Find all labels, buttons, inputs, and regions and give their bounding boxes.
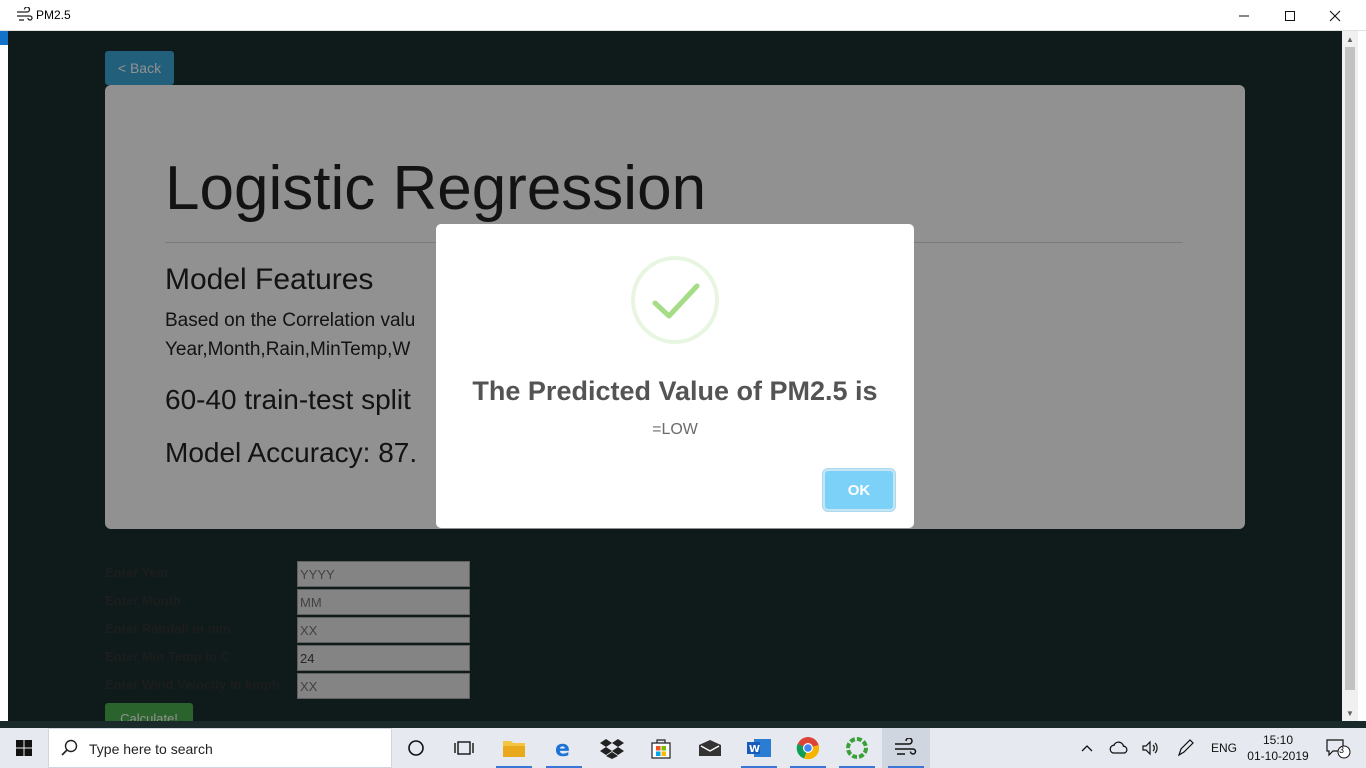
chrome-button[interactable] [784,728,832,768]
cloud-icon [1109,741,1128,754]
folder-icon [503,741,525,757]
taskbar-search[interactable]: Type here to search [48,728,392,768]
dialog-text: =LOW [652,421,698,438]
notification-count: 3 [1339,745,1345,755]
windows-icon [16,740,32,756]
window-left-edge [0,31,8,721]
mail-icon [699,740,721,756]
speaker-icon [1142,740,1158,756]
pm25-app-button[interactable] [882,728,930,768]
window-title: PM2.5 [36,8,71,22]
dropbox-button[interactable] [588,728,636,768]
dropbox-icon [600,739,624,759]
notification-icon [1326,739,1351,759]
clock-time: 15:10 [1262,733,1294,747]
clock[interactable]: 15:10 01-10-2019 [1244,732,1312,764]
success-check-icon [631,256,719,344]
show-hidden-icons[interactable] [1076,728,1098,768]
start-button[interactable] [0,728,48,768]
maximize-button[interactable] [1267,0,1313,31]
edge-icon: e [555,737,570,760]
scroll-down-icon[interactable]: ▼ [1342,705,1358,721]
task-view-icon [454,741,474,755]
cortana-icon [408,740,424,756]
search-icon [61,739,78,756]
search-placeholder: Type here to search [89,741,213,757]
minimize-button[interactable] [1221,0,1267,31]
onedrive-tray[interactable] [1106,728,1132,768]
task-view-button[interactable] [440,728,488,768]
pen-tray[interactable] [1172,728,1200,768]
svg-text:W: W [749,744,760,755]
chevron-up-icon [1081,745,1093,752]
pen-icon [1177,739,1194,757]
maximize-icon [1285,10,1295,21]
mail-button[interactable] [686,728,734,768]
window-right-edge [1358,31,1366,721]
file-explorer-button[interactable] [490,728,538,768]
dialog-title: The Predicted Value of PM2.5 is [472,376,878,406]
success-dialog: The Predicted Value of PM2.5 is =LOW OK [436,224,914,528]
volume-tray[interactable] [1138,728,1164,768]
svg-text:e: e [555,737,570,760]
loader-app-button[interactable] [833,728,881,768]
language-indicator[interactable]: ENG [1206,728,1242,768]
cortana-button[interactable] [392,728,440,768]
chrome-icon [796,737,819,760]
close-button[interactable] [1312,0,1358,31]
scrollbar-thumb[interactable] [1345,47,1355,690]
scroll-up-icon[interactable]: ▲ [1342,31,1358,47]
title-bar: PM2.5 [0,0,1366,31]
minimize-icon [1239,15,1249,16]
store-icon [651,739,671,759]
wind-icon [895,738,917,755]
vertical-scrollbar[interactable]: ▲ ▼ [1342,31,1358,721]
word-icon: W [747,739,771,757]
green-ring-icon [846,737,868,759]
edge-button[interactable]: e [540,728,588,768]
wind-icon [17,7,33,21]
taskbar: Type here to search e W ENG 15:10 01-10-… [0,728,1366,768]
store-button[interactable] [637,728,685,768]
ok-button[interactable]: OK [823,469,895,511]
close-icon [1329,10,1341,21]
word-button[interactable]: W [735,728,783,768]
clock-date: 01-10-2019 [1247,749,1309,763]
action-center[interactable]: 3 [1318,728,1358,768]
